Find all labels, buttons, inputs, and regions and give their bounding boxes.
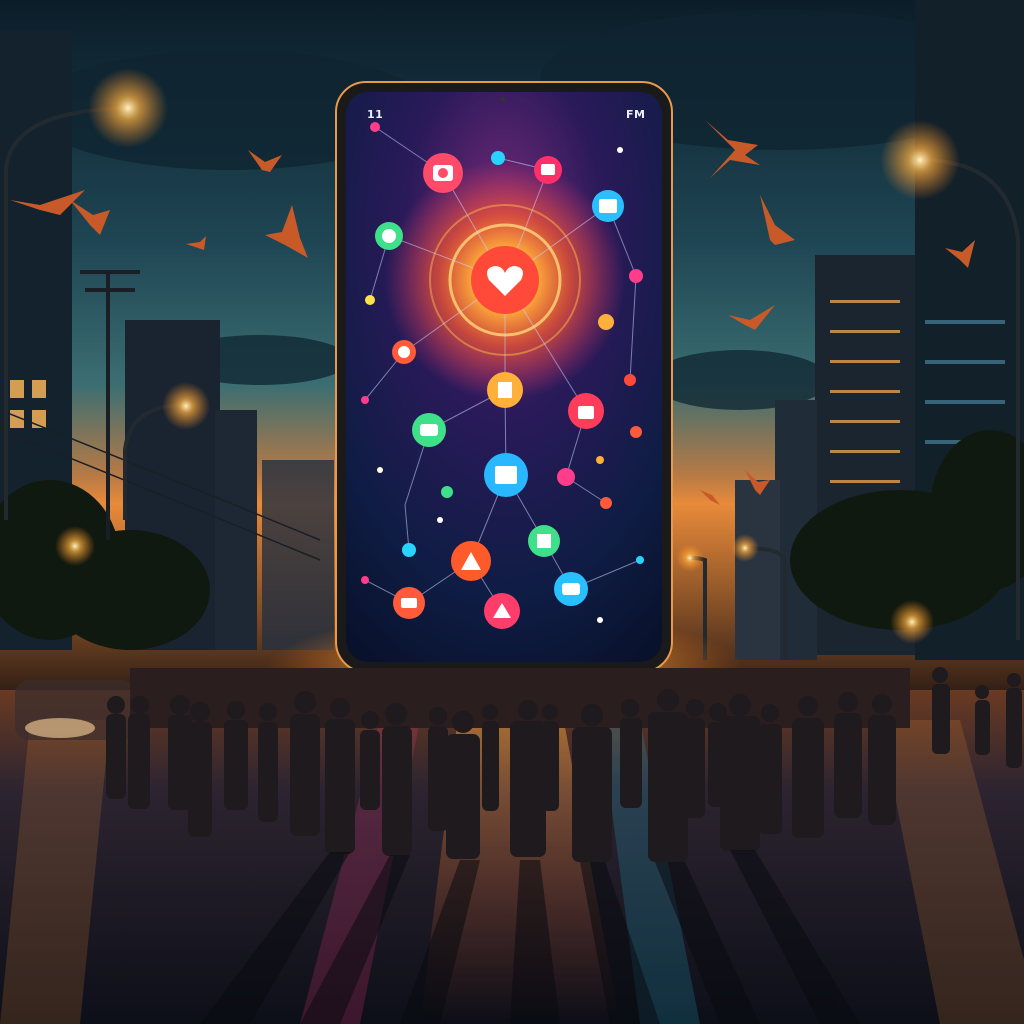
shop-icon bbox=[484, 593, 520, 629]
music-icon bbox=[484, 453, 528, 497]
phone-status-right: FM bbox=[626, 108, 646, 121]
cart-icon bbox=[393, 587, 425, 619]
scene-illustration bbox=[0, 0, 1024, 1024]
phone-camera bbox=[500, 96, 506, 102]
chat-icon bbox=[534, 156, 562, 184]
photo-icon bbox=[592, 190, 624, 222]
mail-icon bbox=[557, 468, 575, 486]
chat-bubble-icon bbox=[375, 222, 403, 250]
home-icon bbox=[528, 525, 560, 557]
city-night-scene: 11 FM bbox=[0, 0, 1024, 1024]
phone-status-time: 11 bbox=[367, 108, 384, 121]
gift-icon bbox=[487, 372, 523, 408]
bell-icon bbox=[451, 541, 491, 581]
video-icon bbox=[554, 572, 588, 606]
lock-icon bbox=[568, 393, 604, 429]
heart-icon bbox=[471, 246, 539, 314]
camera-icon bbox=[423, 153, 463, 193]
clock-icon bbox=[392, 340, 416, 364]
message-icon bbox=[412, 413, 446, 447]
